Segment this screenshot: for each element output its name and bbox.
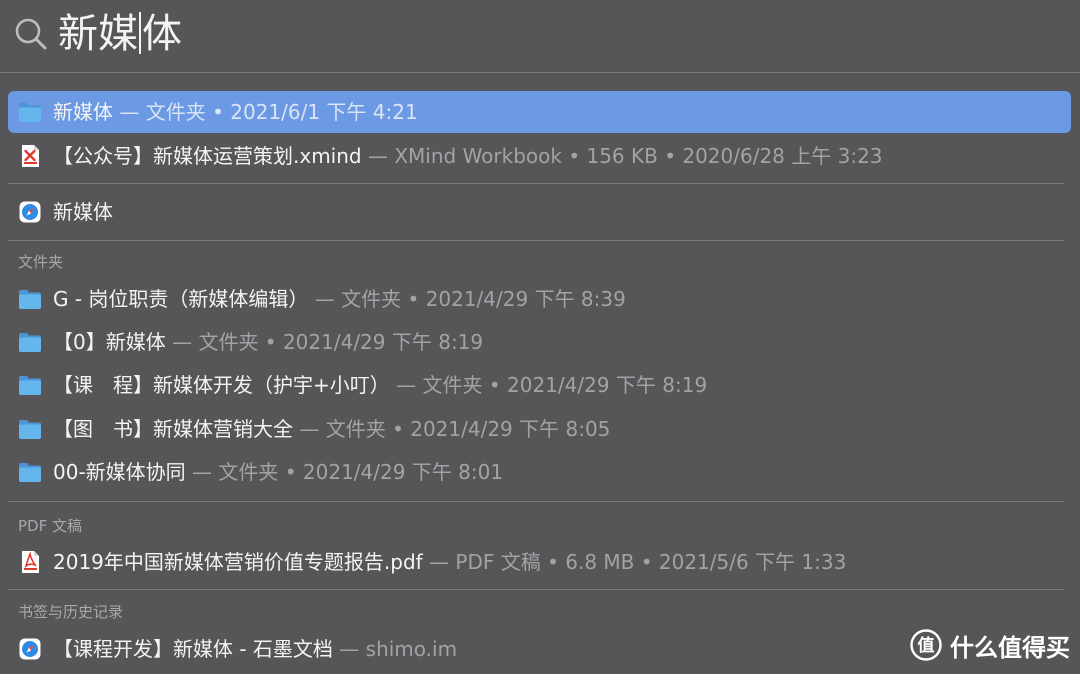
result-row-folder[interactable]: 【课 程】新媒体开发（护宇+小叮） — 文件夹 • 2021/4/29 下午 8… bbox=[8, 364, 1071, 406]
result-row-xmind[interactable]: 【公众号】新媒体运营策划.xmind — XMind Workbook • 15… bbox=[8, 135, 1071, 177]
result-title-line: 【公众号】新媒体运营策划.xmind — XMind Workbook • 15… bbox=[53, 135, 883, 177]
folder-icon bbox=[19, 420, 41, 439]
result-title-line: 新媒体 — 文件夹 • 2021/6/1 下午 4:21 bbox=[53, 91, 418, 133]
result-row-top-hit[interactable]: 新媒体 — 文件夹 • 2021/6/1 下午 4:21 bbox=[8, 91, 1071, 133]
search-input[interactable]: 新媒体 bbox=[58, 4, 182, 64]
watermark-logo-icon: 值 bbox=[910, 629, 942, 661]
result-row-folder[interactable]: 【图 书】新媒体营销大全 — 文件夹 • 2021/4/29 下午 8:05 bbox=[8, 408, 1071, 450]
result-meta: — 文件夹 • 2021/4/29 下午 8:01 bbox=[185, 460, 504, 484]
xmind-file-icon bbox=[22, 145, 39, 167]
result-title-line: 新媒体 bbox=[53, 191, 113, 233]
result-title-line: 2019年中国新媒体营销价值专题报告.pdf — PDF 文稿 • 6.8 MB… bbox=[53, 541, 846, 583]
search-query-start: 新媒 bbox=[58, 11, 138, 57]
result-row-folder[interactable]: 00-新媒体协同 — 文件夹 • 2021/4/29 下午 8:01 bbox=[8, 451, 1071, 493]
result-meta: — PDF 文稿 • 6.8 MB • 2021/5/6 下午 1:33 bbox=[422, 550, 847, 574]
result-meta: — 文件夹 • 2021/4/29 下午 8:39 bbox=[308, 287, 626, 311]
result-title: G - 岗位职责（新媒体编辑） bbox=[53, 287, 309, 311]
result-meta: — 文件夹 • 2021/4/29 下午 8:05 bbox=[293, 417, 611, 441]
text-cursor bbox=[139, 12, 141, 54]
result-title-line: 【课 程】新媒体开发（护宇+小叮） — 文件夹 • 2021/4/29 下午 8… bbox=[53, 364, 707, 406]
search-divider bbox=[0, 72, 1080, 73]
search-icon bbox=[15, 18, 47, 50]
section-divider bbox=[8, 589, 1064, 590]
result-title: 新媒体 bbox=[53, 100, 113, 124]
result-title: 新媒体 bbox=[53, 200, 113, 224]
result-meta: — 文件夹 • 2021/4/29 下午 8:19 bbox=[165, 330, 484, 354]
result-meta: — 文件夹 • 2021/6/1 下午 4:21 bbox=[113, 100, 418, 124]
result-meta: — XMind Workbook • 156 KB • 2020/6/28 上午… bbox=[361, 144, 883, 168]
folder-icon bbox=[19, 290, 41, 309]
folder-icon bbox=[19, 463, 41, 482]
result-title-line: 【图 书】新媒体营销大全 — 文件夹 • 2021/4/29 下午 8:05 bbox=[53, 408, 610, 450]
watermark: 值 什么值得买 bbox=[910, 628, 1070, 662]
result-title: 00-新媒体协同 bbox=[53, 460, 186, 484]
folder-icon bbox=[19, 376, 41, 395]
result-title-line: 【0】新媒体 — 文件夹 • 2021/4/29 下午 8:19 bbox=[53, 321, 483, 363]
result-title: 【课程开发】新媒体 - 石墨文档 bbox=[53, 637, 333, 661]
section-header-bookmarks: 书签与历史记录 bbox=[18, 603, 124, 621]
search-bar: 新媒体 bbox=[0, 0, 1080, 72]
result-meta: — shimo.im bbox=[332, 637, 458, 661]
pdf-file-icon bbox=[22, 551, 39, 573]
section-divider bbox=[8, 183, 1064, 184]
result-title: 2019年中国新媒体营销价值专题报告.pdf bbox=[53, 550, 423, 574]
result-title: 【公众号】新媒体运营策划.xmind bbox=[53, 144, 362, 168]
result-row-web-search[interactable]: 新媒体 bbox=[8, 191, 1071, 233]
folder-icon bbox=[19, 333, 41, 352]
section-divider bbox=[8, 501, 1064, 502]
result-row-folder[interactable]: 【0】新媒体 — 文件夹 • 2021/4/29 下午 8:19 bbox=[8, 321, 1071, 363]
result-title-line: G - 岗位职责（新媒体编辑） — 文件夹 • 2021/4/29 下午 8:3… bbox=[53, 278, 626, 320]
section-header-folders: 文件夹 bbox=[18, 253, 64, 271]
safari-icon bbox=[19, 201, 41, 223]
result-title: 【图 书】新媒体营销大全 bbox=[53, 417, 293, 441]
result-row-pdf[interactable]: 2019年中国新媒体营销价值专题报告.pdf — PDF 文稿 • 6.8 MB… bbox=[8, 541, 1071, 583]
result-title-line: 00-新媒体协同 — 文件夹 • 2021/4/29 下午 8:01 bbox=[53, 451, 503, 493]
watermark-text: 什么值得买 bbox=[950, 633, 1070, 662]
section-divider bbox=[8, 240, 1064, 241]
result-title: 【课 程】新媒体开发（护宇+小叮） bbox=[53, 373, 390, 397]
section-header-pdf: PDF 文稿 bbox=[18, 517, 82, 535]
result-title-line: 【课程开发】新媒体 - 石墨文档 — shimo.im bbox=[53, 628, 457, 670]
folder-icon bbox=[19, 103, 41, 122]
watermark-logo-char: 值 bbox=[918, 635, 935, 656]
search-query-end: 体 bbox=[142, 11, 182, 57]
result-meta: — 文件夹 • 2021/4/29 下午 8:19 bbox=[389, 373, 708, 397]
safari-icon bbox=[19, 638, 41, 660]
result-row-folder[interactable]: G - 岗位职责（新媒体编辑） — 文件夹 • 2021/4/29 下午 8:3… bbox=[8, 278, 1071, 320]
result-title: 【0】新媒体 bbox=[53, 330, 166, 354]
